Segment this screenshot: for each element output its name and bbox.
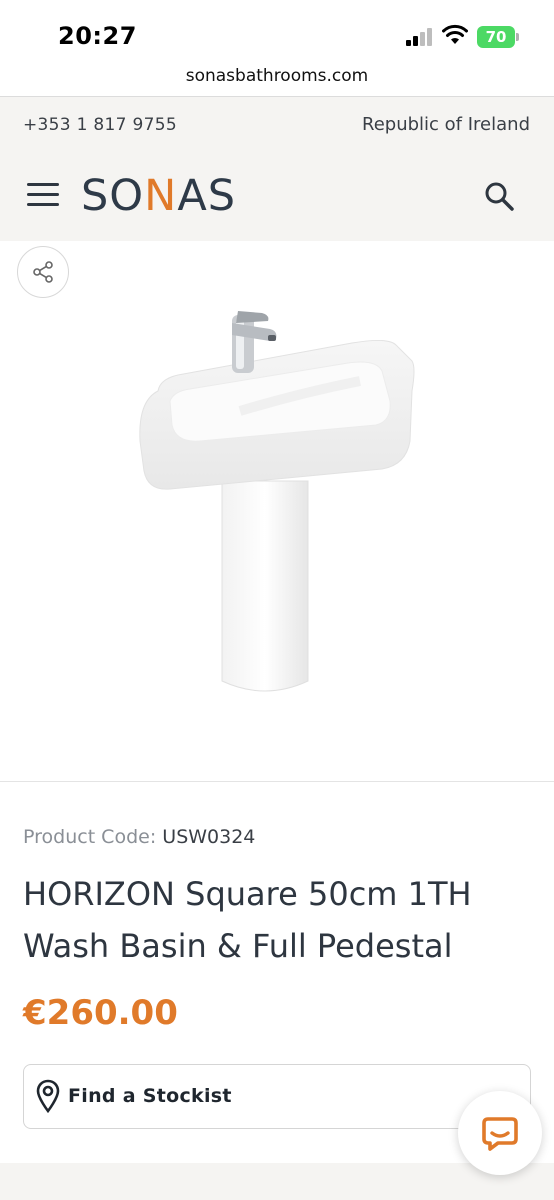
- logo-accent: N: [144, 171, 178, 221]
- find-stockist-button[interactable]: Find a Stockist: [23, 1064, 531, 1129]
- battery-cap: [516, 33, 519, 41]
- product-code-label: Product Code:: [23, 826, 157, 848]
- top-contact-strip: +353 1 817 9755 Republic of Ireland: [0, 96, 554, 154]
- product-code: Product Code: USW0324: [23, 826, 255, 848]
- product-title: HORIZON Square 50cm 1TH Wash Basin & Ful…: [23, 875, 472, 965]
- site-header: SONAS: [0, 153, 554, 241]
- status-bar: 20:27 70 sonasbathrooms.com: [0, 0, 554, 86]
- search-icon[interactable]: [482, 179, 516, 213]
- cellular-signal-icon: [406, 28, 434, 46]
- wifi-icon: [442, 24, 468, 44]
- chat-icon: [482, 1117, 518, 1151]
- product-price: €260.00: [23, 993, 178, 1033]
- browser-url[interactable]: sonasbathrooms.com: [0, 66, 554, 86]
- site-logo[interactable]: SONAS: [81, 171, 236, 221]
- product-image-area: [0, 241, 554, 782]
- status-time: 20:27: [58, 22, 137, 50]
- bottom-strip: [0, 1163, 554, 1200]
- share-button[interactable]: [17, 246, 69, 298]
- logo-suffix: AS: [177, 171, 237, 221]
- find-stockist-label: Find a Stockist: [68, 1085, 232, 1107]
- region-selector[interactable]: Republic of Ireland: [362, 114, 530, 135]
- share-icon: [33, 261, 53, 283]
- battery-indicator: 70: [477, 26, 515, 48]
- product-code-value: USW0324: [162, 826, 256, 848]
- chat-button[interactable]: [458, 1091, 542, 1175]
- product-image[interactable]: [120, 301, 430, 701]
- phone-number[interactable]: +353 1 817 9755: [23, 115, 177, 135]
- logo-prefix: SO: [81, 171, 145, 221]
- location-pin-icon: [36, 1079, 60, 1113]
- menu-icon[interactable]: [27, 183, 59, 207]
